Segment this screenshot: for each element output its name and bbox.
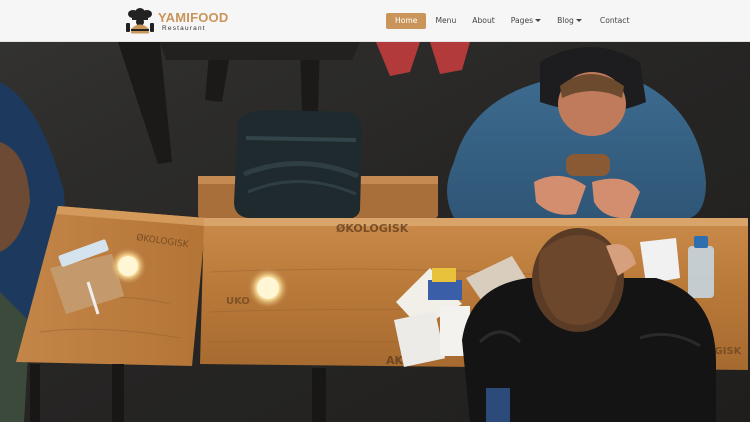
- chef-burger-logo-icon: [126, 8, 154, 34]
- caret-down-icon: [575, 18, 582, 22]
- svg-text:ØKOLOGISK: ØKOLOGISK: [336, 222, 409, 235]
- caret-down-icon: [535, 18, 542, 22]
- nav-item-about[interactable]: About: [464, 13, 502, 29]
- nav-item-pages[interactable]: Pages: [503, 13, 549, 29]
- nav-label: Menu: [435, 16, 457, 25]
- nav-item-home[interactable]: Home: [386, 13, 427, 29]
- people-eating-at-wooden-table-photo: ØKOLOGISK ØKOLOGISK AKN UKO LOGISK: [0, 42, 750, 422]
- nav-label: Home: [395, 16, 418, 25]
- nav-item-menu[interactable]: Menu: [427, 13, 464, 29]
- nav-label: Blog: [557, 16, 574, 25]
- nav-item-contact[interactable]: Contact: [592, 13, 638, 29]
- hero-slide: ØKOLOGISK ØKOLOGISK AKN UKO LOGISK: [0, 42, 750, 422]
- navbar: YAMIFOOD Restaurant Home Menu About Page…: [0, 0, 750, 42]
- brand-name: YAMIFOOD: [158, 10, 229, 25]
- main-nav: Home Menu About Pages Blog Contact: [386, 13, 637, 29]
- svg-text:UKO: UKO: [226, 296, 250, 307]
- nav-label: About: [472, 16, 495, 25]
- nav-label: Contact: [599, 16, 630, 25]
- brand-tagline: Restaurant: [162, 25, 206, 32]
- nav-label: Pages: [510, 16, 534, 25]
- nav-item-blog[interactable]: Blog: [549, 13, 590, 29]
- brand[interactable]: YAMIFOOD Restaurant: [124, 8, 228, 36]
